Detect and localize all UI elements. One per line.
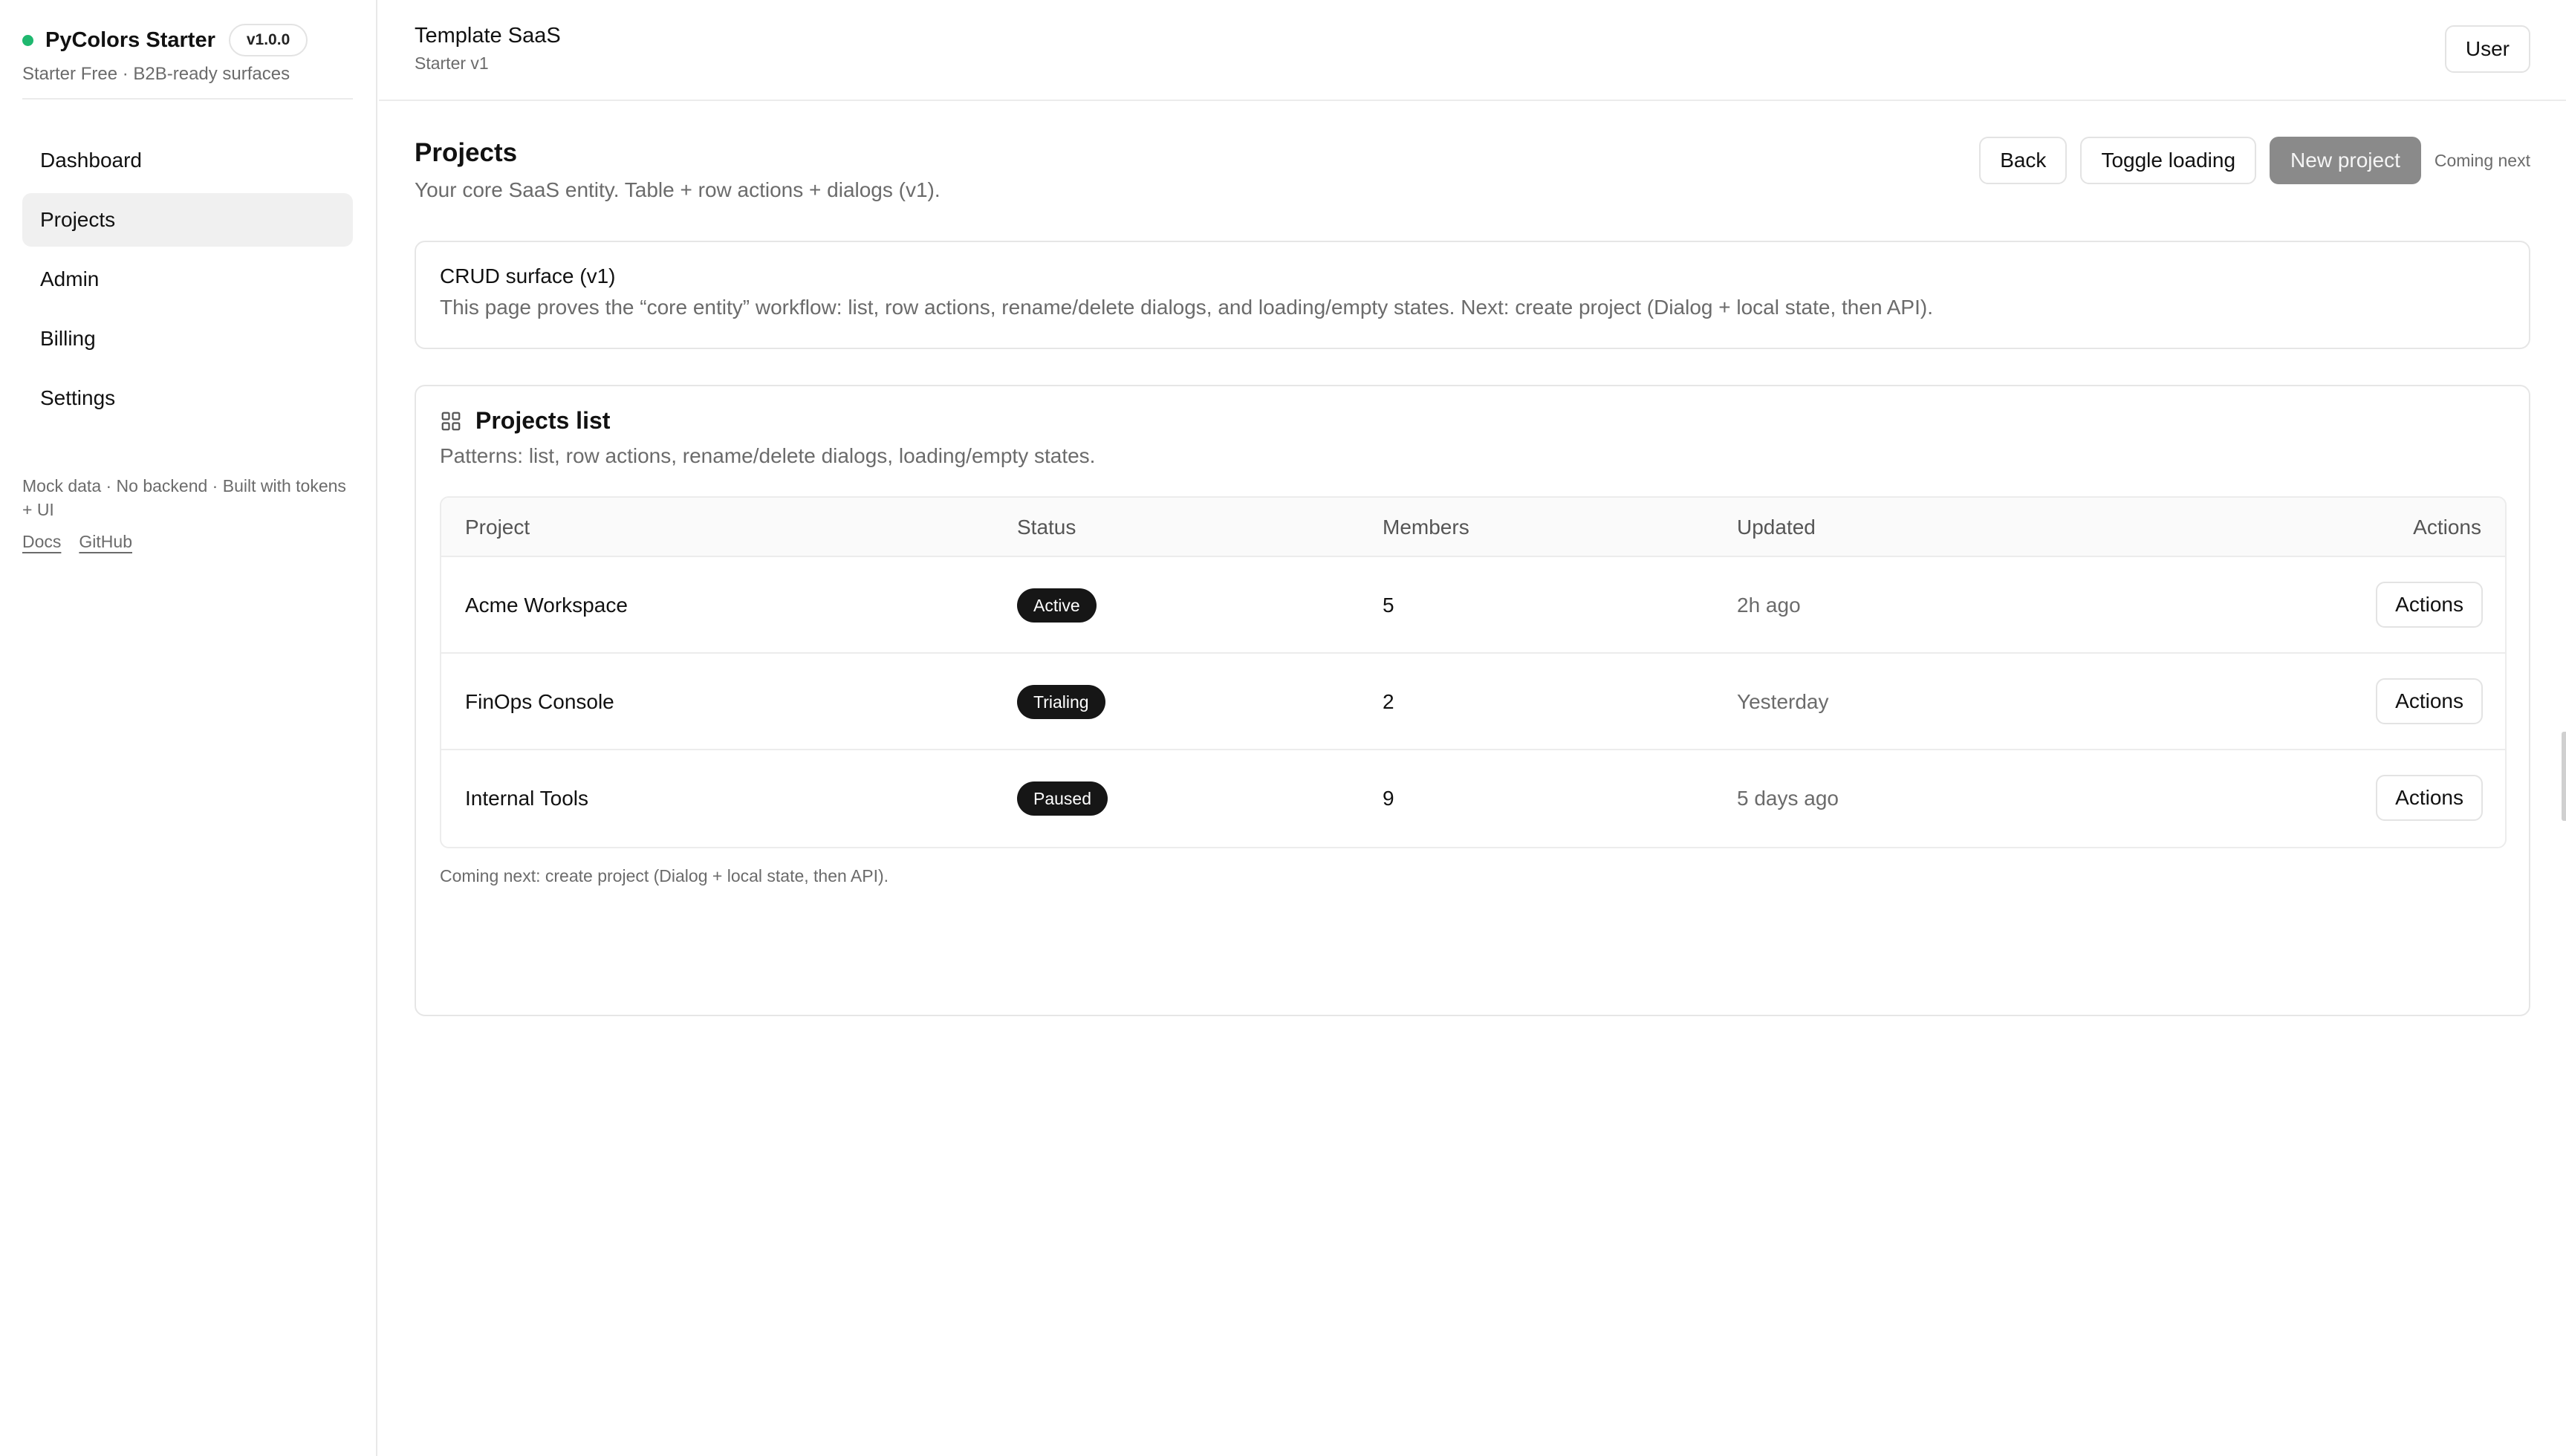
status-badge: Active	[1017, 588, 1097, 623]
sidebar-item-admin[interactable]: Admin	[22, 253, 353, 306]
new-project-button[interactable]: New project	[2270, 137, 2421, 184]
version-badge: v1.0.0	[228, 24, 308, 56]
updated-time: 5 days ago	[1737, 787, 1839, 810]
brand: PyColors Starter v1.0.0 Starter Free · B…	[22, 22, 353, 85]
row-actions-button[interactable]: Actions	[2376, 678, 2483, 724]
table-row: FinOps Console Trialing 2 Yesterday Acti…	[441, 654, 2505, 750]
projects-list-description: Patterns: list, row actions, rename/dele…	[440, 444, 1096, 467]
sidebar-nav: Dashboard Projects Admin Billing Setting…	[22, 134, 353, 431]
column-header-actions: Actions	[2413, 516, 2481, 539]
members-count: 2	[1383, 690, 1394, 713]
app-subtitle: Starter v1	[415, 53, 489, 73]
project-name: Internal Tools	[465, 787, 589, 810]
brand-row: PyColors Starter v1.0.0	[22, 22, 353, 58]
column-header-project: Project	[465, 516, 530, 539]
grid-icon	[441, 412, 461, 430]
crud-card-title: CRUD surface (v1)	[440, 264, 616, 287]
projects-list-card: Projects list Patterns: list, row action…	[415, 385, 2530, 1016]
sidebar-footer-note: Mock data · No backend · Built with toke…	[22, 476, 346, 519]
column-header-updated: Updated	[1737, 516, 1816, 539]
toggle-loading-button[interactable]: Toggle loading	[2080, 137, 2257, 184]
sidebar: PyColors Starter v1.0.0 Starter Free · B…	[0, 0, 377, 1456]
projects-table: Project Status Members Updated Actions A…	[440, 496, 2507, 848]
coming-next-label: Coming next	[2434, 150, 2530, 170]
topbar: Template SaaS Starter v1 User	[379, 0, 2566, 101]
members-count: 9	[1383, 787, 1394, 810]
crud-card-description: This page proves the “core entity” workf…	[440, 296, 1933, 319]
sidebar-links: Docs GitHub	[22, 532, 353, 552]
sidebar-item-projects[interactable]: Projects	[22, 193, 353, 247]
project-name: FinOps Console	[465, 690, 614, 713]
row-actions-button[interactable]: Actions	[2376, 775, 2483, 821]
updated-time: 2h ago	[1737, 594, 1801, 617]
status-badge: Paused	[1017, 781, 1108, 816]
github-link[interactable]: GitHub	[79, 532, 132, 552]
brand-subtitle: Starter Free · B2B-ready surfaces	[22, 64, 290, 84]
sidebar-item-billing[interactable]: Billing	[22, 312, 353, 365]
updated-time: Yesterday	[1737, 690, 1829, 713]
docs-link[interactable]: Docs	[22, 532, 61, 552]
table-row: Acme Workspace Active 5 2h ago Actions	[441, 557, 2505, 654]
project-name: Acme Workspace	[465, 594, 628, 617]
page-description: Your core SaaS entity. Table + row actio…	[415, 178, 941, 201]
projects-list-footer: Coming next: create project (Dialog + lo…	[440, 866, 889, 885]
projects-list-header: Projects list	[440, 407, 610, 435]
column-header-status: Status	[1017, 516, 1076, 539]
table-header: Project Status Members Updated Actions	[441, 498, 2505, 557]
sidebar-divider	[22, 98, 353, 100]
back-button[interactable]: Back	[1979, 137, 2068, 184]
page-title: Projects	[415, 138, 518, 167]
status-badge: Trialing	[1017, 685, 1105, 719]
sidebar-footer: Mock data · No backend · Built with toke…	[22, 474, 353, 552]
crud-surface-card: CRUD surface (v1) This page proves the “…	[415, 241, 2530, 349]
sidebar-item-settings[interactable]: Settings	[22, 371, 353, 425]
brand-name: PyColors Starter	[45, 27, 215, 52]
sidebar-item-dashboard[interactable]: Dashboard	[22, 134, 353, 187]
page-actions: Back Toggle loading New project Coming n…	[1979, 137, 2530, 184]
app-title: Template SaaS	[415, 24, 561, 48]
members-count: 5	[1383, 594, 1394, 617]
user-menu-button[interactable]: User	[2444, 25, 2530, 73]
column-header-members: Members	[1383, 516, 1469, 539]
table-row: Internal Tools Paused 9 5 days ago Actio…	[441, 750, 2505, 847]
row-actions-button[interactable]: Actions	[2376, 582, 2483, 628]
app-root: PyColors Starter v1.0.0 Starter Free · B…	[0, 0, 2566, 1456]
projects-list-title: Projects list	[475, 407, 611, 434]
scrollbar-handle[interactable]	[2562, 732, 2566, 821]
status-dot-icon	[22, 34, 33, 46]
